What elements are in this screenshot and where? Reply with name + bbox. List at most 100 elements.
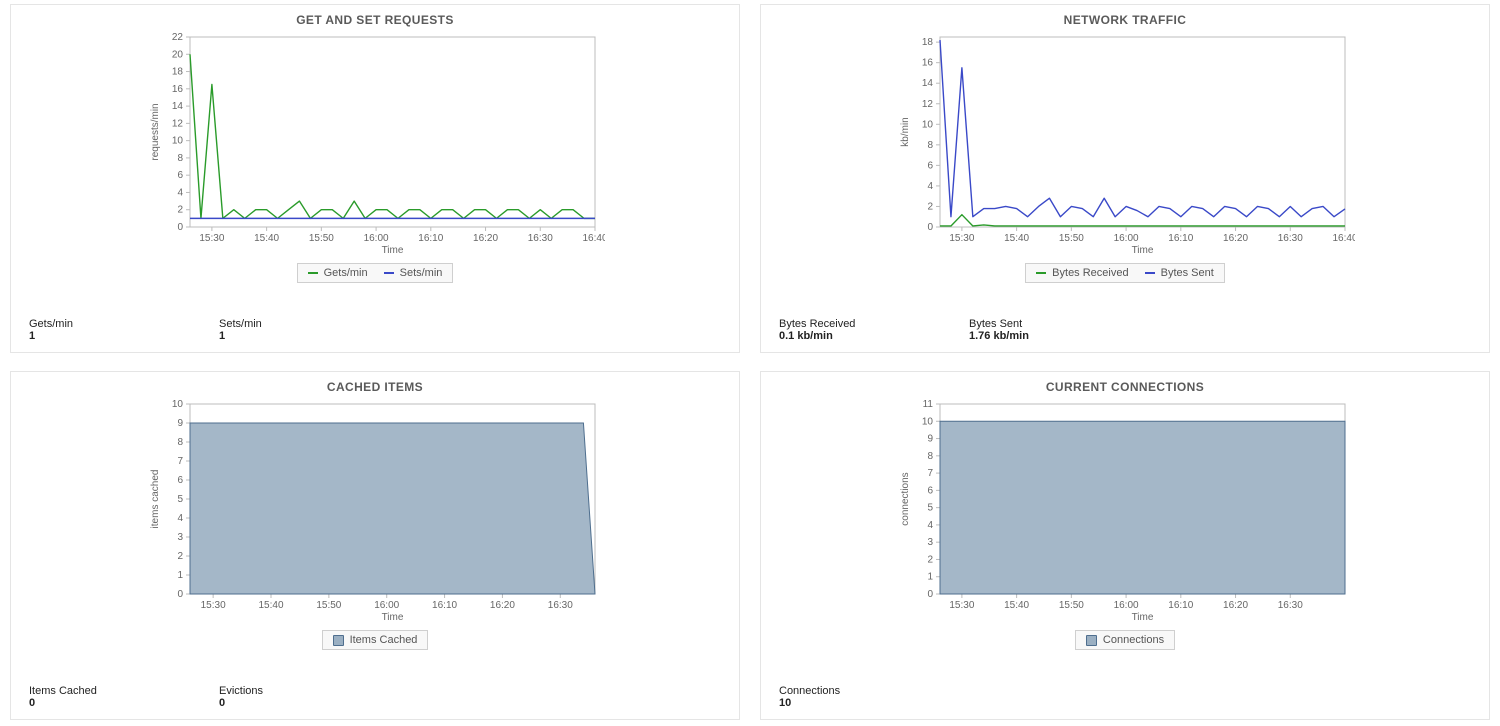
svg-text:connections: connections	[900, 472, 911, 525]
svg-text:16:40: 16:40	[1332, 233, 1355, 244]
panel-connections: CURRENT CONNECTIONS 01234567891011connec…	[760, 371, 1490, 720]
svg-text:kb/min: kb/min	[900, 117, 911, 146]
svg-text:16:40: 16:40	[582, 233, 605, 244]
svg-text:16: 16	[922, 58, 934, 69]
svg-text:7: 7	[927, 468, 933, 479]
svg-text:16:00: 16:00	[1114, 233, 1139, 244]
stat-label: Evictions	[219, 685, 409, 697]
legend-item-sent: Bytes Sent	[1145, 267, 1214, 279]
legend-item-items-cached: Items Cached	[333, 634, 418, 646]
svg-text:16:00: 16:00	[1114, 600, 1139, 611]
svg-text:10: 10	[922, 119, 934, 130]
stat-label: Items Cached	[29, 685, 219, 697]
svg-text:10: 10	[172, 399, 184, 410]
stat-label: Bytes Sent	[969, 318, 1159, 330]
svg-text:15:30: 15:30	[949, 600, 974, 611]
panel-network: NETWORK TRAFFIC 024681012141618kb/min15:…	[760, 4, 1490, 353]
svg-text:11: 11	[923, 399, 934, 410]
legend-swatch	[1145, 272, 1155, 274]
legend-swatch	[1086, 635, 1097, 646]
svg-text:14: 14	[922, 78, 934, 89]
svg-text:16:00: 16:00	[374, 600, 399, 611]
svg-text:15:30: 15:30	[949, 233, 974, 244]
svg-text:5: 5	[927, 503, 933, 514]
svg-text:6: 6	[927, 160, 933, 171]
svg-text:15:30: 15:30	[199, 233, 224, 244]
svg-text:15:40: 15:40	[1004, 600, 1029, 611]
legend-label: Gets/min	[324, 267, 368, 279]
legend-network: Bytes Received Bytes Sent	[1025, 263, 1225, 283]
svg-text:16:00: 16:00	[364, 233, 389, 244]
panel-title-network: NETWORK TRAFFIC	[761, 5, 1489, 29]
svg-text:15:40: 15:40	[1004, 233, 1029, 244]
stat-value: 1.76 kb/min	[969, 330, 1159, 342]
svg-text:16:10: 16:10	[1168, 233, 1193, 244]
svg-text:16:10: 16:10	[432, 600, 457, 611]
stat-gets: Gets/min 1	[29, 318, 219, 342]
svg-text:18: 18	[172, 67, 184, 78]
dashboard: GET AND SET REQUESTS 0246810121416182022…	[0, 0, 1500, 726]
svg-text:16:10: 16:10	[1168, 600, 1193, 611]
svg-text:22: 22	[172, 32, 184, 43]
stat-connections: Connections 10	[779, 685, 969, 709]
stat-items-cached: Items Cached 0	[29, 685, 219, 709]
svg-text:2: 2	[177, 205, 183, 216]
svg-text:items cached: items cached	[150, 470, 161, 529]
svg-text:16:30: 16:30	[1278, 233, 1303, 244]
svg-text:1: 1	[927, 572, 933, 583]
panel-title-connections: CURRENT CONNECTIONS	[761, 372, 1489, 396]
stat-label: Gets/min	[29, 318, 219, 330]
stat-value: 0	[29, 697, 219, 709]
stat-value: 0.1 kb/min	[779, 330, 969, 342]
stat-label: Bytes Received	[779, 318, 969, 330]
svg-text:1: 1	[177, 570, 183, 581]
svg-text:9: 9	[927, 434, 933, 445]
svg-text:14: 14	[172, 101, 184, 112]
legend-item-connections: Connections	[1086, 634, 1164, 646]
chart-requests: 0246810121416182022requests/min15:3015:4…	[11, 29, 739, 310]
svg-text:6: 6	[927, 485, 933, 496]
legend-cached: Items Cached	[322, 630, 429, 650]
stat-label: Connections	[779, 685, 969, 697]
svg-text:requests/min: requests/min	[150, 103, 161, 160]
svg-text:4: 4	[927, 520, 933, 531]
svg-text:3: 3	[177, 532, 183, 543]
svg-text:16:30: 16:30	[548, 600, 573, 611]
svg-text:8: 8	[927, 140, 933, 151]
stat-value: 0	[219, 697, 409, 709]
panel-title-requests: GET AND SET REQUESTS	[11, 5, 739, 29]
svg-text:4: 4	[177, 187, 183, 198]
svg-text:3: 3	[927, 537, 933, 548]
stat-value: 1	[29, 330, 219, 342]
legend-label: Sets/min	[400, 267, 443, 279]
stats-connections: Connections 10	[761, 677, 1489, 719]
svg-text:16:10: 16:10	[418, 233, 443, 244]
svg-text:16:30: 16:30	[528, 233, 553, 244]
legend-connections: Connections	[1075, 630, 1175, 650]
svg-text:2: 2	[927, 201, 933, 212]
svg-text:16:20: 16:20	[1223, 233, 1248, 244]
svg-text:10: 10	[172, 136, 184, 147]
chart-connections: 01234567891011connections15:3015:4015:50…	[761, 396, 1489, 677]
svg-text:10: 10	[922, 416, 934, 427]
stats-cached: Items Cached 0 Evictions 0	[11, 677, 739, 719]
svg-text:15:50: 15:50	[316, 600, 341, 611]
svg-text:8: 8	[177, 153, 183, 164]
svg-text:16: 16	[172, 84, 184, 95]
legend-swatch	[384, 272, 394, 274]
svg-text:12: 12	[922, 99, 934, 110]
svg-text:Time: Time	[1132, 612, 1154, 623]
svg-text:8: 8	[927, 451, 933, 462]
stat-sent: Bytes Sent 1.76 kb/min	[969, 318, 1159, 342]
legend-requests: Gets/min Sets/min	[297, 263, 454, 283]
svg-text:15:40: 15:40	[254, 233, 279, 244]
stat-received: Bytes Received 0.1 kb/min	[779, 318, 969, 342]
svg-text:16:30: 16:30	[1278, 600, 1303, 611]
panel-cached: CACHED ITEMS 012345678910items cached15:…	[10, 371, 740, 720]
svg-text:6: 6	[177, 170, 183, 181]
panel-requests: GET AND SET REQUESTS 0246810121416182022…	[10, 4, 740, 353]
svg-text:18: 18	[922, 37, 934, 48]
stats-network: Bytes Received 0.1 kb/min Bytes Sent 1.7…	[761, 310, 1489, 352]
svg-text:0: 0	[177, 589, 183, 600]
svg-text:Time: Time	[382, 245, 404, 256]
